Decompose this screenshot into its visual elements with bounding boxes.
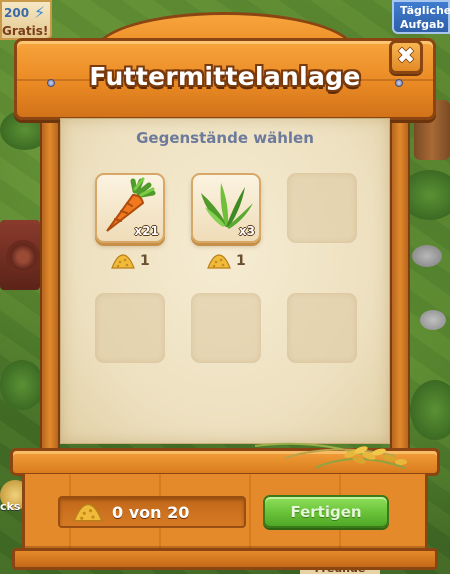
empty-slot[interactable] — [287, 293, 357, 363]
cost-value: 1 — [140, 253, 150, 269]
close-button[interactable]: ✖ — [389, 40, 423, 74]
cart-post-left — [40, 100, 60, 480]
counter-base — [12, 548, 438, 570]
close-icon: ✖ — [396, 44, 416, 69]
item-quantity: x3 — [238, 224, 255, 238]
item-cost: 1 — [111, 251, 150, 271]
panel-subtitle: Gegenstände wählen — [136, 129, 314, 147]
craft-button-label: Fertigen — [290, 502, 362, 521]
feed-icon — [207, 254, 231, 269]
empty-slot[interactable] — [95, 293, 165, 363]
craft-button[interactable]: Fertigen — [263, 495, 389, 528]
feed-icon — [111, 254, 135, 269]
item-slot-carrot[interactable]: x21 — [95, 173, 165, 243]
feed-amount-display: 0 von 20 — [58, 496, 246, 528]
cart-post-right — [390, 100, 410, 480]
empty-slot[interactable] — [191, 293, 261, 363]
feed-icon — [73, 503, 103, 522]
item-selection-panel: Gegenstände wählen x21 x3 1 1 — [60, 118, 390, 444]
item-slot-grass[interactable]: x3 — [191, 173, 261, 243]
feed-amount-text: 0 von 20 — [112, 502, 190, 522]
item-quantity: x21 — [134, 224, 159, 238]
feed-mill-dialog: Futtermittelanlage ✖ Gegenstände wählen … — [0, 0, 450, 574]
wheat-decoration-icon — [255, 442, 407, 469]
cost-value: 1 — [236, 253, 246, 269]
empty-slot[interactable] — [287, 173, 357, 243]
dialog-title: Futtermittelanlage — [89, 62, 361, 91]
item-cost: 1 — [207, 251, 246, 271]
